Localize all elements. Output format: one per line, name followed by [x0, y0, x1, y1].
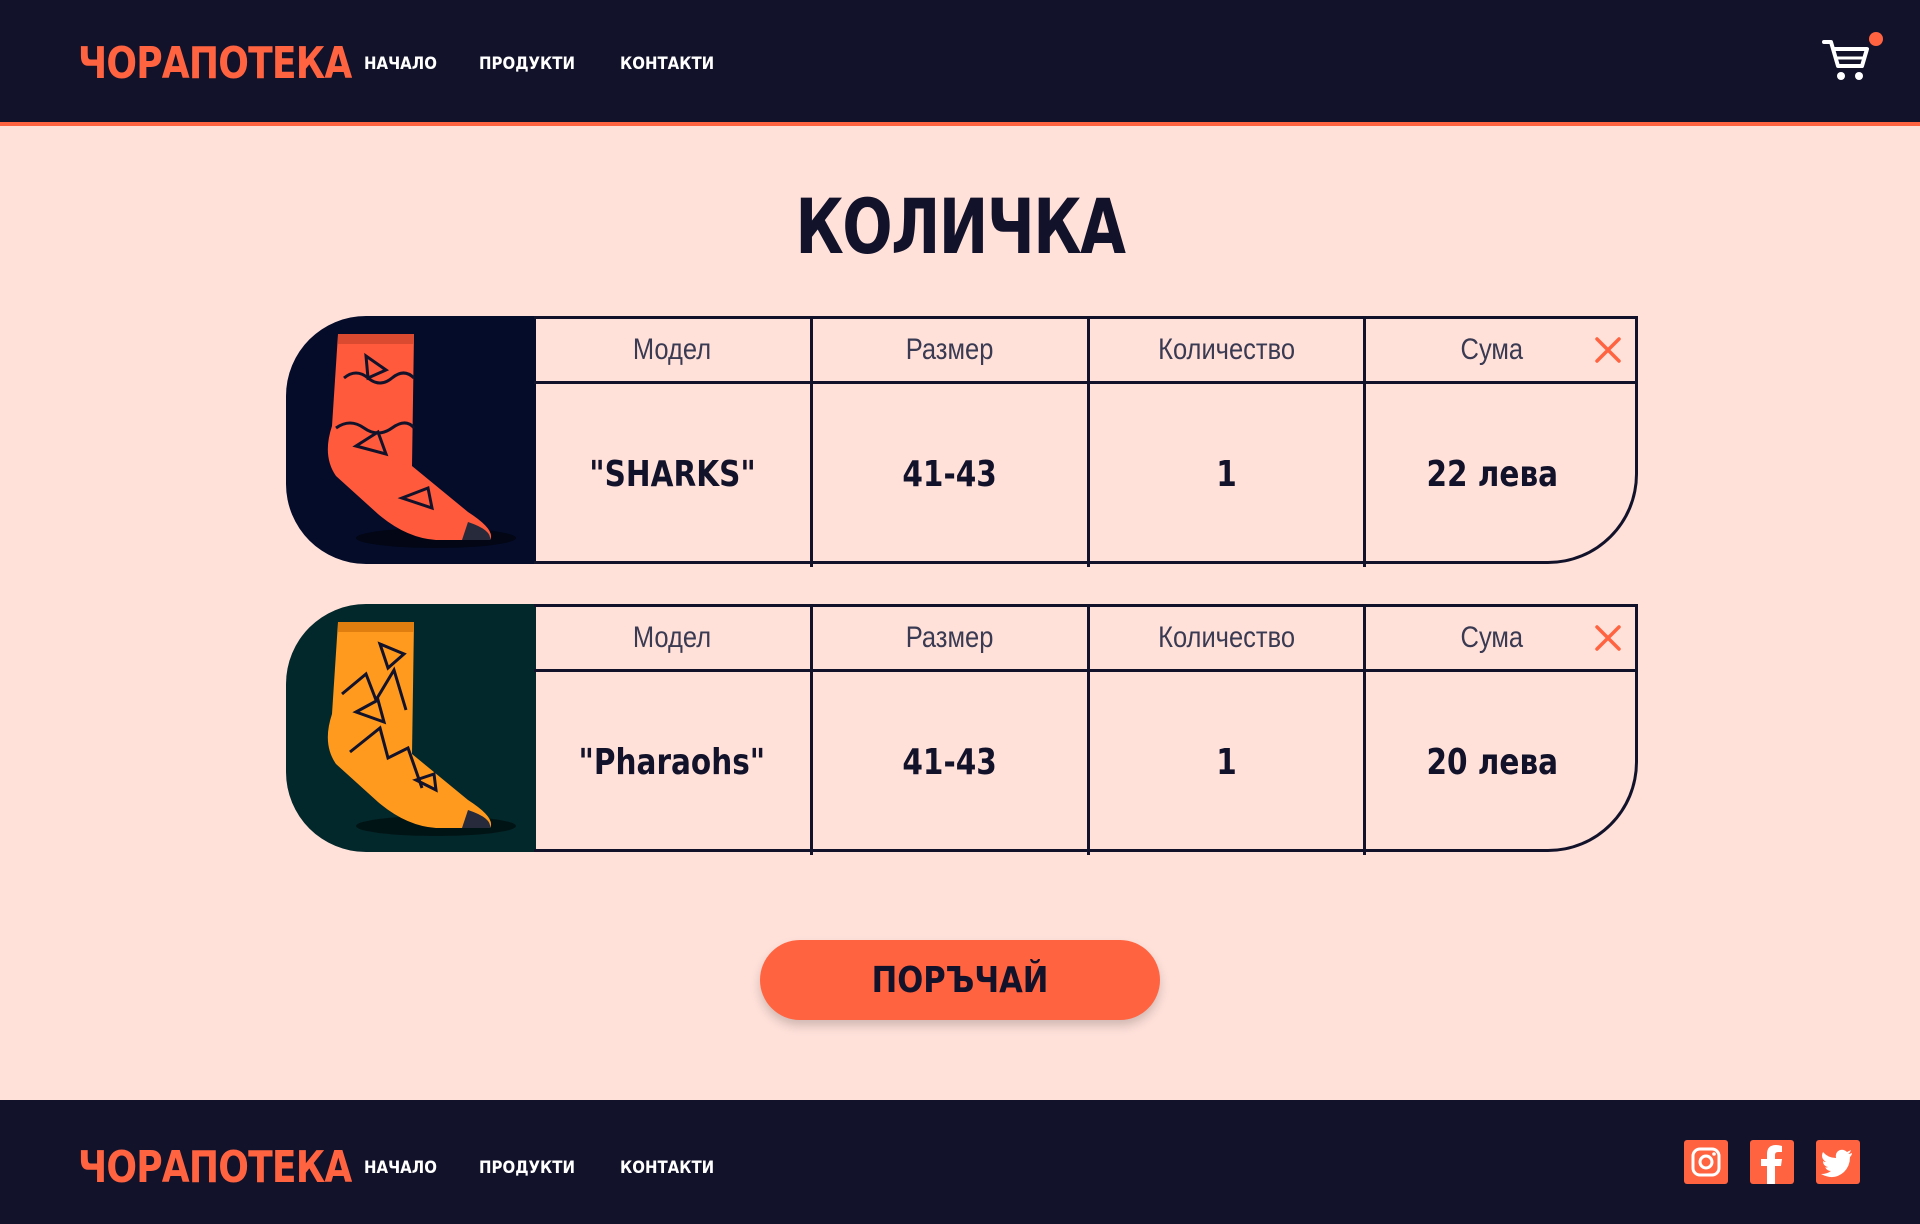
product-photo-sharks [286, 316, 536, 564]
nav-item-products[interactable]: ПРОДУКТИ [479, 54, 575, 74]
item-sum: 20 лева [1426, 741, 1558, 783]
header-size: Размер [906, 333, 994, 366]
item-details-table: Модел Размер Количество Сума "Pharaohs" … [534, 604, 1638, 855]
header-quantity: Количество [1158, 621, 1295, 654]
item-quantity[interactable]: 1 [1090, 672, 1363, 852]
header-model: Модел [632, 333, 712, 366]
instagram-icon[interactable] [1684, 1140, 1728, 1184]
item-model: "Pharaohs" [578, 741, 766, 783]
item-details-table: Модел Размер Количество Сума "SHARKS" 41… [534, 316, 1638, 567]
item-size[interactable]: 41-43 [813, 384, 1087, 564]
header-model: Модел [632, 621, 712, 654]
item-size[interactable]: 41-43 [813, 672, 1087, 852]
order-button[interactable]: ПОРЪЧАЙ [760, 940, 1160, 1020]
item-sum: 22 лева [1426, 453, 1558, 495]
footer-nav-item-home[interactable]: НАЧАЛО [364, 1158, 437, 1178]
nav-item-contacts[interactable]: КОНТАКТИ [620, 54, 714, 74]
site-header: ЧОРАПОТЕКА НАЧАЛО ПРОДУКТИ КОНТАКТИ [0, 0, 1920, 126]
item-quantity[interactable]: 1 [1090, 384, 1363, 564]
site-footer: ЧОРАПОТЕКА НАЧАЛО ПРОДУКТИ КОНТАКТИ [0, 1100, 1920, 1224]
page-title: КОЛИЧКА [795, 182, 1126, 271]
header-sum: Сума [1460, 333, 1524, 366]
product-photo-pharaohs [286, 604, 536, 852]
item-model: "SHARKS" [588, 453, 756, 495]
header-sum: Сума [1460, 621, 1524, 654]
cart-item: Модел Размер Количество Сума "SHARKS" 41… [286, 316, 1638, 567]
cart-item: Модел Размер Количество Сума "Pharaohs" … [286, 604, 1638, 855]
cart-badge-dot [1869, 32, 1883, 46]
footer-nav-item-contacts[interactable]: КОНТАКТИ [620, 1158, 714, 1178]
header-size: Размер [906, 621, 994, 654]
brand-logo[interactable]: ЧОРАПОТЕКА [78, 38, 352, 89]
main-nav: НАЧАЛО ПРОДУКТИ КОНТАКТИ [364, 54, 759, 74]
header-quantity: Количество [1158, 333, 1295, 366]
footer-logo[interactable]: ЧОРАПОТЕКА [78, 1142, 352, 1193]
nav-item-home[interactable]: НАЧАЛО [364, 54, 437, 74]
footer-nav-item-products[interactable]: ПРОДУКТИ [479, 1158, 575, 1178]
remove-item-icon[interactable] [1593, 335, 1623, 365]
remove-item-icon[interactable] [1593, 623, 1623, 653]
footer-nav: НАЧАЛО ПРОДУКТИ КОНТАКТИ [364, 1158, 759, 1178]
cart-icon[interactable] [1822, 38, 1870, 84]
twitter-icon[interactable] [1816, 1140, 1860, 1184]
facebook-icon[interactable] [1750, 1140, 1794, 1184]
